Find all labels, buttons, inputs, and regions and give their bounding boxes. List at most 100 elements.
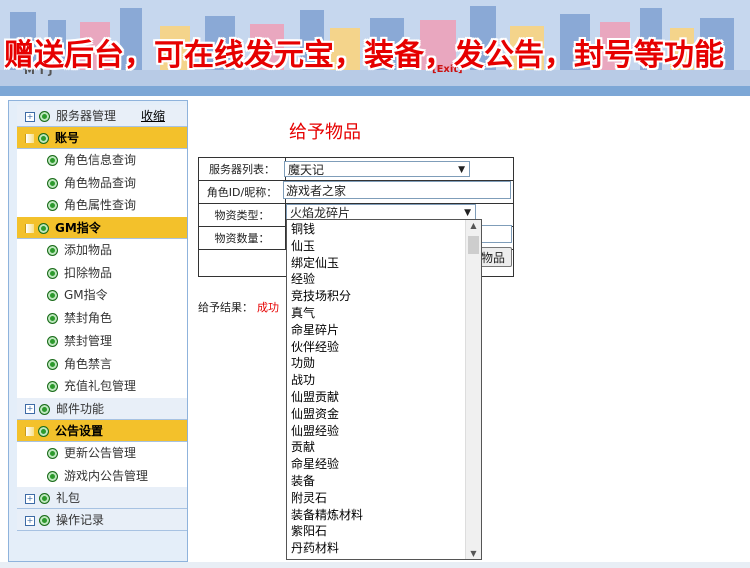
green-dot-icon	[47, 447, 58, 459]
dropdown-option[interactable]: 仙玉	[287, 238, 465, 255]
page-title: 给予物品	[289, 122, 361, 143]
role-label: 角色ID/昵称：	[198, 180, 286, 204]
sidebar: + 服务器管理 收缩 账号 角色信息查询 角色物品查询 角色属性查询 GM指令 添加物品 扣除物品…	[8, 100, 188, 562]
sidebar-item[interactable]: 游戏内公告管理	[17, 464, 187, 488]
sidebar-item[interactable]: 禁封角色	[17, 307, 187, 330]
green-dot-icon	[47, 245, 58, 257]
sidebar-group[interactable]: + 操作记录	[17, 509, 187, 532]
dropdown-option[interactable]: 命星碎片	[287, 322, 465, 339]
type-label: 物资类型：	[198, 203, 286, 227]
dropdown-option[interactable]: 仙盟资金	[287, 406, 465, 423]
sidebar-group[interactable]: + 邮件功能	[17, 397, 187, 420]
expand-plus-icon[interactable]: +	[25, 515, 35, 526]
green-dot-icon	[47, 290, 58, 302]
dropdown-option[interactable]: 仙盟贡献	[287, 389, 465, 406]
expand-plus-icon[interactable]: +	[25, 404, 35, 415]
folder-open-icon[interactable]	[25, 426, 34, 436]
dropdown-option[interactable]: 丹药材料	[287, 540, 465, 557]
sidebar-group-label: 邮件功能	[56, 401, 105, 416]
dropdown-option[interactable]: 功勋	[287, 355, 465, 372]
sidebar-item[interactable]: 禁封管理	[17, 329, 187, 353]
server-select[interactable]: 魔天记 ▼	[284, 161, 470, 177]
promo-banner-text: 赠送后台，可在线发元宝，装备，发公告，封号等功能	[4, 38, 724, 73]
expand-plus-icon[interactable]: +	[25, 111, 35, 122]
collapse-link[interactable]: 收缩	[141, 105, 165, 127]
scroll-up-icon[interactable]: ▲	[466, 221, 481, 230]
scroll-down-icon[interactable]: ▼	[466, 549, 481, 558]
sidebar-item[interactable]: GM指令	[17, 284, 187, 308]
sidebar-item[interactable]: 角色禁言	[17, 352, 187, 376]
type-select[interactable]: 火焰龙碎片 ▼	[286, 204, 476, 220]
sidebar-group[interactable]: + 服务器管理 收缩	[17, 105, 187, 127]
folder-open-icon[interactable]	[25, 134, 34, 143]
result-value: 成功	[257, 301, 279, 314]
sidebar-item-label: 充值礼包管理	[64, 379, 137, 394]
sidebar-item-label: 禁封角色	[64, 311, 113, 326]
green-dot-icon	[38, 223, 49, 235]
green-dot-icon	[38, 133, 49, 144]
sidebar-item[interactable]: 扣除物品	[17, 261, 187, 285]
sidebar-item-label: 角色物品查询	[64, 175, 137, 190]
sidebar-group-label: 操作记录	[56, 513, 105, 528]
sidebar-item[interactable]: 角色信息查询	[17, 149, 187, 172]
result-line: 给予结果： 成功	[198, 299, 279, 315]
chevron-down-icon: ▼	[458, 165, 465, 175]
sidebar-group-label: 服务器管理	[56, 109, 117, 123]
server-select-value: 魔天记	[288, 163, 325, 177]
dropdown-option[interactable]: 附灵石	[287, 490, 465, 507]
sidebar-item-label: 游戏内公告管理	[64, 468, 149, 483]
dropdown-option[interactable]: 战功	[287, 372, 465, 389]
folder-open-icon[interactable]	[25, 224, 34, 234]
sidebar-group-label: 公告设置	[55, 423, 104, 438]
type-select-value: 火焰龙碎片	[290, 206, 351, 220]
dropdown-option[interactable]: 竞技场积分	[287, 288, 465, 305]
dropdown-options: 铜钱 仙玉 绑定仙玉 经验 竞技场积分 真气 命星碎片 伙伴经验 功勋 战功 仙盟贡献 仙盟资金 仙盟经…	[287, 221, 465, 557]
green-dot-icon	[47, 358, 58, 370]
dropdown-scrollbar[interactable]: ▲ ▼	[465, 220, 481, 559]
sidebar-group-label: GM指令	[55, 221, 101, 236]
dropdown-option[interactable]: 命星经验	[287, 456, 465, 473]
qty-label: 物资数量：	[198, 226, 286, 250]
dropdown-option[interactable]: 真气	[287, 305, 465, 322]
sidebar-item-label: 角色禁言	[64, 356, 113, 371]
dropdown-option[interactable]: 装备	[287, 473, 465, 490]
header-banner: MTJ [Exit] 赠送后台，可在线发元宝，装备，发公告，封号等功能	[0, 0, 750, 96]
dropdown-option[interactable]: 紫阳石	[287, 523, 465, 540]
dropdown-option[interactable]: 铜钱	[287, 221, 465, 238]
dropdown-option[interactable]: 贡献	[287, 439, 465, 456]
sidebar-item[interactable]: 更新公告管理	[17, 441, 187, 465]
green-dot-icon	[47, 470, 58, 482]
sidebar-group[interactable]: + 礼包	[17, 487, 187, 510]
header-strip	[0, 86, 750, 96]
dropdown-option[interactable]: 仙盟经验	[287, 423, 465, 440]
green-dot-icon	[39, 515, 50, 527]
green-dot-icon	[47, 177, 58, 189]
sidebar-item-label: 角色信息查询	[64, 153, 137, 167]
dropdown-option[interactable]: 伙伴经验	[287, 339, 465, 356]
sidebar-item-label: 更新公告管理	[64, 445, 137, 460]
sidebar-group[interactable]: GM指令	[17, 217, 187, 240]
dropdown-option[interactable]: 经验	[287, 271, 465, 288]
scrollbar-thumb[interactable]	[468, 236, 479, 254]
expand-plus-icon[interactable]: +	[25, 493, 35, 504]
sidebar-item-label: 禁封管理	[64, 333, 113, 348]
status-bar	[0, 562, 750, 568]
dropdown-option[interactable]: 装备精炼材料	[287, 507, 465, 524]
sidebar-group[interactable]: 账号	[17, 127, 187, 149]
type-dropdown-list[interactable]: 铜钱 仙玉 绑定仙玉 经验 竞技场积分 真气 命星碎片 伙伴经验 功勋 战功 仙盟贡献 仙盟资金 仙盟经…	[286, 219, 482, 560]
green-dot-icon	[39, 111, 50, 122]
sidebar-item-label: 角色属性查询	[64, 198, 137, 213]
green-dot-icon	[47, 335, 58, 347]
green-dot-icon	[38, 425, 49, 437]
sidebar-item[interactable]: 角色物品查询	[17, 171, 187, 195]
sidebar-group[interactable]: 公告设置	[17, 419, 187, 442]
sidebar-item[interactable]: 添加物品	[17, 239, 187, 262]
green-dot-icon	[47, 267, 58, 279]
role-input[interactable]: 游戏者之家	[283, 181, 511, 199]
dropdown-option[interactable]: 绑定仙玉	[287, 255, 465, 272]
green-dot-icon	[47, 381, 58, 393]
green-dot-icon	[39, 403, 50, 415]
sidebar-item[interactable]: 角色属性查询	[17, 194, 187, 218]
green-dot-icon	[47, 313, 58, 325]
sidebar-item[interactable]: 充值礼包管理	[17, 375, 187, 398]
